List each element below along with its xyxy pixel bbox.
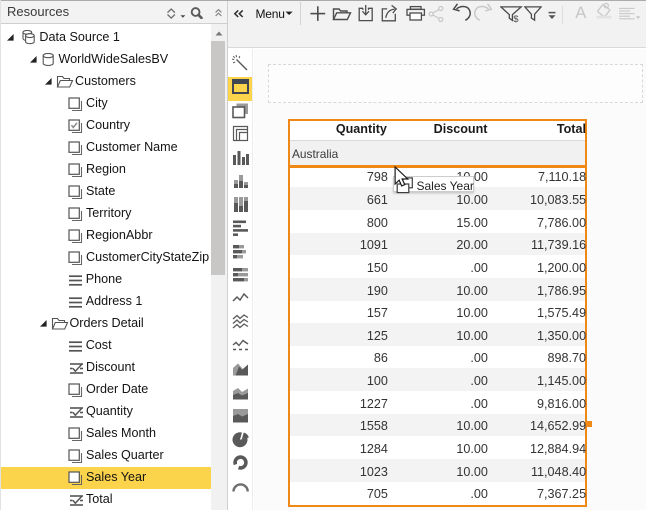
svg-text:$: $ bbox=[513, 14, 519, 25]
